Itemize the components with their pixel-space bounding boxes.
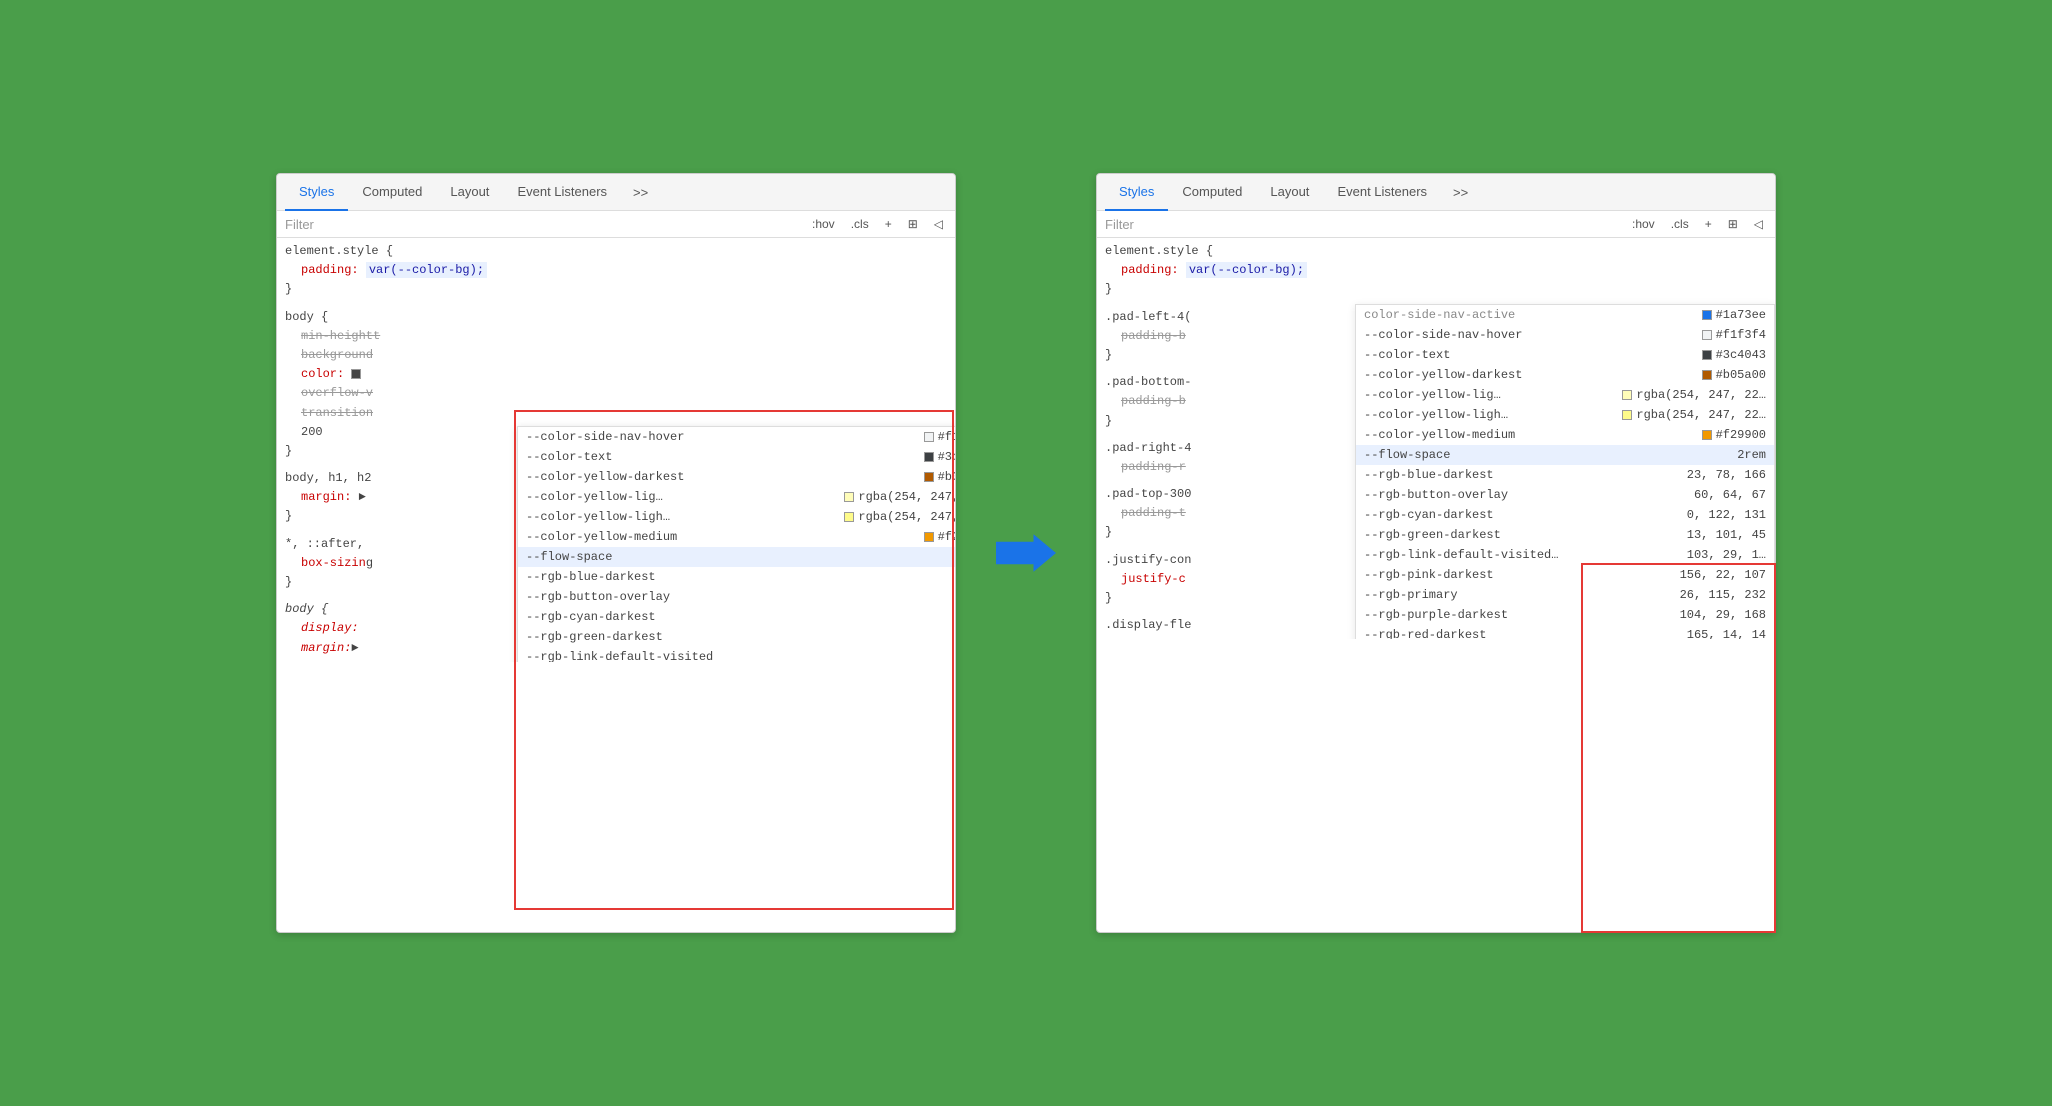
plus-button-right[interactable]: + (1701, 215, 1716, 233)
ac-item-rgb-button-overlay-left[interactable]: --rgb-button-overlay (518, 587, 955, 607)
tab-layout-left[interactable]: Layout (436, 174, 503, 211)
body-color-left: color: (285, 365, 947, 384)
ac-item-rgb-blue-darkest-left[interactable]: --rgb-blue-darkest (518, 567, 955, 587)
ac-item-rgb-blue-darkest-right[interactable]: --rgb-blue-darkest 23, 78, 166 (1356, 465, 1774, 485)
ac-item-color-yellow-medium-left[interactable]: --color-yellow-medium #f29900 (518, 527, 955, 547)
ac-item-color-yellow-darkest-right[interactable]: --color-yellow-darkest #b05a00 (1356, 365, 1774, 385)
tab-computed-left[interactable]: Computed (348, 174, 436, 211)
ac-item-color-side-nav-hover-left[interactable]: --color-side-nav-hover #f1f3f4 (518, 427, 955, 447)
right-panel-wrapper: Styles Computed Layout Event Listeners >… (1096, 173, 1776, 933)
plus-button-left[interactable]: + (881, 215, 896, 233)
cls-button-right[interactable]: .cls (1667, 215, 1693, 233)
swatch-rgba-lig-left (844, 492, 854, 502)
element-style-block-right: element.style { padding: var(--color-bg)… (1097, 238, 1775, 304)
tab-event-listeners-left[interactable]: Event Listeners (503, 174, 621, 211)
swatch-blue-right (1702, 310, 1712, 320)
autocomplete-dropdown-right: color-side-nav-active #1a73ee --color-si… (1355, 304, 1775, 640)
ac-item-color-yellow-darkest-left[interactable]: --color-yellow-darkest #b05a00 (518, 467, 955, 487)
ac-item-rgb-green-darkest-right[interactable]: --rgb-green-darkest 13, 101, 45 (1356, 525, 1774, 545)
right-styles-content: element.style { padding: var(--color-bg)… (1097, 238, 1775, 639)
swatch-f1f3f4-left (924, 432, 934, 442)
ac-item-flow-space-right[interactable]: --flow-space 2rem (1356, 445, 1774, 465)
swatch-f1f3f4-right (1702, 330, 1712, 340)
element-style-close-right: } (1105, 280, 1767, 299)
autocomplete-dropdown-left: --color-side-nav-hover #f1f3f4 --color-t… (517, 426, 955, 662)
swatch-rgba-lig-right (1622, 390, 1632, 400)
body-selector-left: body { (285, 308, 947, 327)
right-filter-bar: :hov .cls + ⊞ ◁ (1097, 211, 1775, 238)
ac-item-color-yellow-ligh-left[interactable]: --color-yellow-ligh… rgba(254, 247, 22… (518, 507, 955, 527)
tab-more-left[interactable]: >> (625, 175, 656, 210)
ac-item-color-text-left[interactable]: --color-text #3c4043 (518, 447, 955, 467)
ac-item-rgb-red-darkest-right[interactable]: --rgb-red-darkest 165, 14, 14 (1356, 625, 1774, 640)
ac-item-color-text-right[interactable]: --color-text #3c4043 (1356, 345, 1774, 365)
ac-item-color-yellow-lig-left[interactable]: --color-yellow-lig… rgba(254, 247, 22… (518, 487, 955, 507)
left-devtools-panel: Styles Computed Layout Event Listeners >… (276, 173, 956, 933)
tab-styles-left[interactable]: Styles (285, 174, 348, 211)
left-panel-wrapper: Styles Computed Layout Event Listeners >… (276, 173, 956, 933)
tab-styles-right[interactable]: Styles (1105, 174, 1168, 211)
arrow-container (996, 533, 1056, 573)
ac-item-rgb-primary-right[interactable]: --rgb-primary 26, 115, 232 (1356, 585, 1774, 605)
tab-layout-right[interactable]: Layout (1256, 174, 1323, 211)
filter-input-left[interactable] (285, 217, 800, 232)
cls-button-left[interactable]: .cls (847, 215, 873, 233)
ac-item-rgb-cyan-darkest-left[interactable]: --rgb-cyan-darkest (518, 607, 955, 627)
body-background-left: background (285, 346, 947, 365)
tab-computed-right[interactable]: Computed (1168, 174, 1256, 211)
hov-button-right[interactable]: :hov (1628, 215, 1659, 233)
body-min-height-left: min-heightt (285, 327, 947, 346)
swatch-rgba-ligh-left (844, 512, 854, 522)
body-transition-left: transition (285, 404, 947, 423)
left-styles-content: element.style { padding: var(--color-bg)… (277, 238, 955, 662)
swatch-rgba-ligh-right (1622, 410, 1632, 420)
swatch-3c4043-right (1702, 350, 1712, 360)
ac-item-rgb-pink-darkest-right[interactable]: --rgb-pink-darkest 156, 22, 107 (1356, 565, 1774, 585)
hov-button-left[interactable]: :hov (808, 215, 839, 233)
arrow-button-right[interactable]: ◁ (1750, 215, 1767, 233)
tab-more-right[interactable]: >> (1445, 175, 1476, 210)
swatch-f29900-left (924, 532, 934, 542)
filter-input-right[interactable] (1105, 217, 1620, 232)
left-filter-bar: :hov .cls + ⊞ ◁ (277, 211, 955, 238)
element-style-close-left: } (285, 280, 947, 299)
ac-item-rgb-link-default-visited-left[interactable]: --rgb-link-default-visited (518, 647, 955, 662)
left-tabs-bar: Styles Computed Layout Event Listeners >… (277, 174, 955, 211)
swatch-3c4043-left (924, 452, 934, 462)
element-style-selector-left: element.style { (285, 242, 947, 261)
body-overflow-left: overflow-v (285, 384, 947, 403)
pin-button-right[interactable]: ⊞ (1724, 215, 1742, 233)
ac-item-color-yellow-ligh-right[interactable]: --color-yellow-ligh… rgba(254, 247, 22… (1356, 405, 1774, 425)
ac-item-rgb-cyan-darkest-right[interactable]: --rgb-cyan-darkest 0, 122, 131 (1356, 505, 1774, 525)
ac-item-rgb-link-default-visited-right[interactable]: --rgb-link-default-visited… 103, 29, 1… (1356, 545, 1774, 565)
ac-item-color-side-nav-hover-right[interactable]: --color-side-nav-hover #f1f3f4 (1356, 325, 1774, 345)
ac-item-color-side-nav-active-right[interactable]: color-side-nav-active #1a73ee (1356, 305, 1774, 325)
pin-button-left[interactable]: ⊞ (904, 215, 922, 233)
ac-item-rgb-purple-darkest-right[interactable]: --rgb-purple-darkest 104, 29, 168 (1356, 605, 1774, 625)
right-content-area: .pad-left-4( padding-b } .pad-bottom- pa… (1097, 304, 1775, 640)
tab-event-listeners-right[interactable]: Event Listeners (1323, 174, 1441, 211)
ac-item-color-yellow-lig-right[interactable]: --color-yellow-lig… rgba(254, 247, 22… (1356, 385, 1774, 405)
swatch-b05a00-right (1702, 370, 1712, 380)
right-devtools-panel: Styles Computed Layout Event Listeners >… (1096, 173, 1776, 933)
padding-row-right: padding: var(--color-bg); (1105, 261, 1767, 280)
ac-item-flow-space-left[interactable]: --flow-space (518, 547, 955, 567)
right-tabs-bar: Styles Computed Layout Event Listeners >… (1097, 174, 1775, 211)
swatch-b05a00-left (924, 472, 934, 482)
ac-item-rgb-green-darkest-left[interactable]: --rgb-green-darkest (518, 627, 955, 647)
swatch-f29900-right (1702, 430, 1712, 440)
padding-row-left: padding: var(--color-bg); (285, 261, 947, 280)
element-style-selector-right: element.style { (1105, 242, 1767, 261)
ac-item-rgb-button-overlay-right[interactable]: --rgb-button-overlay 60, 64, 67 (1356, 485, 1774, 505)
element-style-block-left: element.style { padding: var(--color-bg)… (277, 238, 955, 304)
blue-arrow-icon (996, 533, 1056, 573)
ac-item-color-yellow-medium-right[interactable]: --color-yellow-medium #f29900 (1356, 425, 1774, 445)
main-container: Styles Computed Layout Event Listeners >… (276, 173, 1776, 933)
arrow-button-left[interactable]: ◁ (930, 215, 947, 233)
